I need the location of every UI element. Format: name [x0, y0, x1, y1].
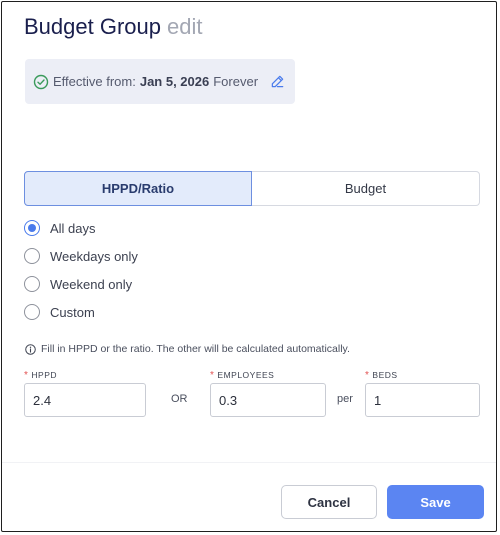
title-text: Budget Group	[24, 14, 161, 39]
budget-group-dialog: Budget Group edit Effective from: Jan 5, …	[1, 1, 497, 532]
info-icon	[25, 343, 36, 355]
employees-input[interactable]	[210, 383, 326, 417]
radio-unchecked-icon	[24, 248, 40, 264]
radio-checked-icon	[24, 220, 40, 236]
effective-until: Forever	[213, 74, 259, 89]
effective-label: Effective from:	[53, 74, 136, 89]
employees-label: * EMPLOYEES	[210, 370, 275, 381]
pencil-icon[interactable]	[270, 74, 285, 89]
tab-hppd-ratio[interactable]: HPPD/Ratio	[24, 171, 252, 206]
hppd-label: * HPPD	[24, 370, 58, 381]
radio-label: Custom	[50, 304, 95, 320]
mode-tabs: HPPD/Ratio Budget	[24, 171, 480, 206]
beds-input[interactable]	[365, 383, 480, 417]
required-marker: *	[24, 370, 29, 381]
radio-label: All days	[50, 220, 96, 236]
radio-custom[interactable]: Custom	[24, 298, 324, 326]
calculation-hint: Fill in HPPD or the ratio. The other wil…	[25, 343, 350, 355]
required-marker: *	[365, 370, 370, 381]
radio-unchecked-icon	[24, 276, 40, 292]
cancel-button[interactable]: Cancel	[281, 485, 377, 519]
radio-all-days[interactable]: All days	[24, 214, 324, 242]
footer-divider	[2, 462, 496, 463]
effective-date-banner: Effective from: Jan 5, 2026 Forever	[25, 59, 295, 104]
hppd-input[interactable]	[24, 383, 146, 417]
beds-label: * BEDS	[365, 370, 398, 381]
hint-text: Fill in HPPD or the ratio. The other wil…	[41, 343, 350, 355]
effective-date: Jan 5, 2026	[139, 74, 210, 89]
radio-unchecked-icon	[24, 304, 40, 320]
day-options: All days Weekdays only Weekend only Cust…	[24, 214, 324, 326]
save-button[interactable]: Save	[387, 485, 484, 519]
radio-label: Weekend only	[50, 276, 133, 292]
title-mode: edit	[166, 14, 203, 39]
required-marker: *	[210, 370, 215, 381]
radio-weekend-only[interactable]: Weekend only	[24, 270, 324, 298]
check-circle-icon	[33, 74, 49, 90]
or-separator: OR	[171, 393, 188, 405]
per-separator: per	[337, 393, 353, 405]
dialog-title: Budget Group edit	[24, 13, 202, 41]
radio-label: Weekdays only	[50, 248, 138, 264]
radio-weekdays-only[interactable]: Weekdays only	[24, 242, 324, 270]
tab-budget[interactable]: Budget	[252, 171, 480, 206]
